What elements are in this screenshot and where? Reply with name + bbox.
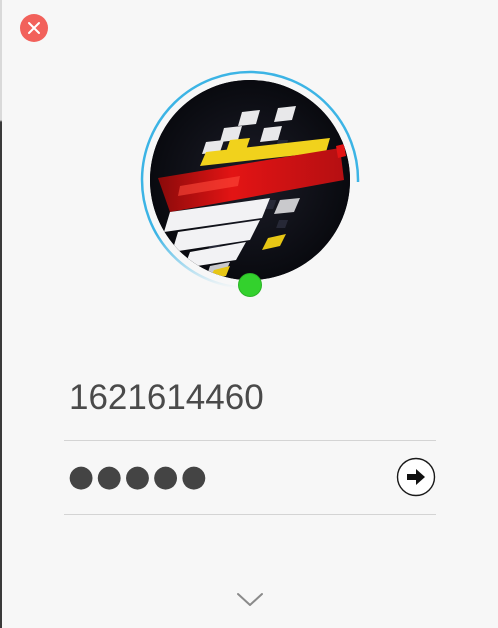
chevron-down-icon bbox=[237, 593, 263, 606]
password-field[interactable] bbox=[64, 458, 378, 494]
avatar[interactable] bbox=[150, 80, 350, 280]
login-window: 1621614460 bbox=[0, 0, 498, 628]
avatar-container bbox=[136, 66, 364, 297]
close-icon bbox=[28, 22, 40, 34]
expand-button[interactable] bbox=[235, 588, 265, 610]
window-edge bbox=[0, 0, 2, 628]
account-field[interactable]: 1621614460 bbox=[69, 376, 264, 420]
password-divider bbox=[64, 514, 436, 515]
avatar-image bbox=[150, 80, 350, 280]
arrow-right-icon bbox=[396, 457, 436, 497]
close-button[interactable] bbox=[20, 14, 48, 42]
online-status-dot bbox=[238, 273, 262, 297]
login-submit-button[interactable] bbox=[396, 457, 436, 497]
account-divider bbox=[64, 440, 436, 441]
